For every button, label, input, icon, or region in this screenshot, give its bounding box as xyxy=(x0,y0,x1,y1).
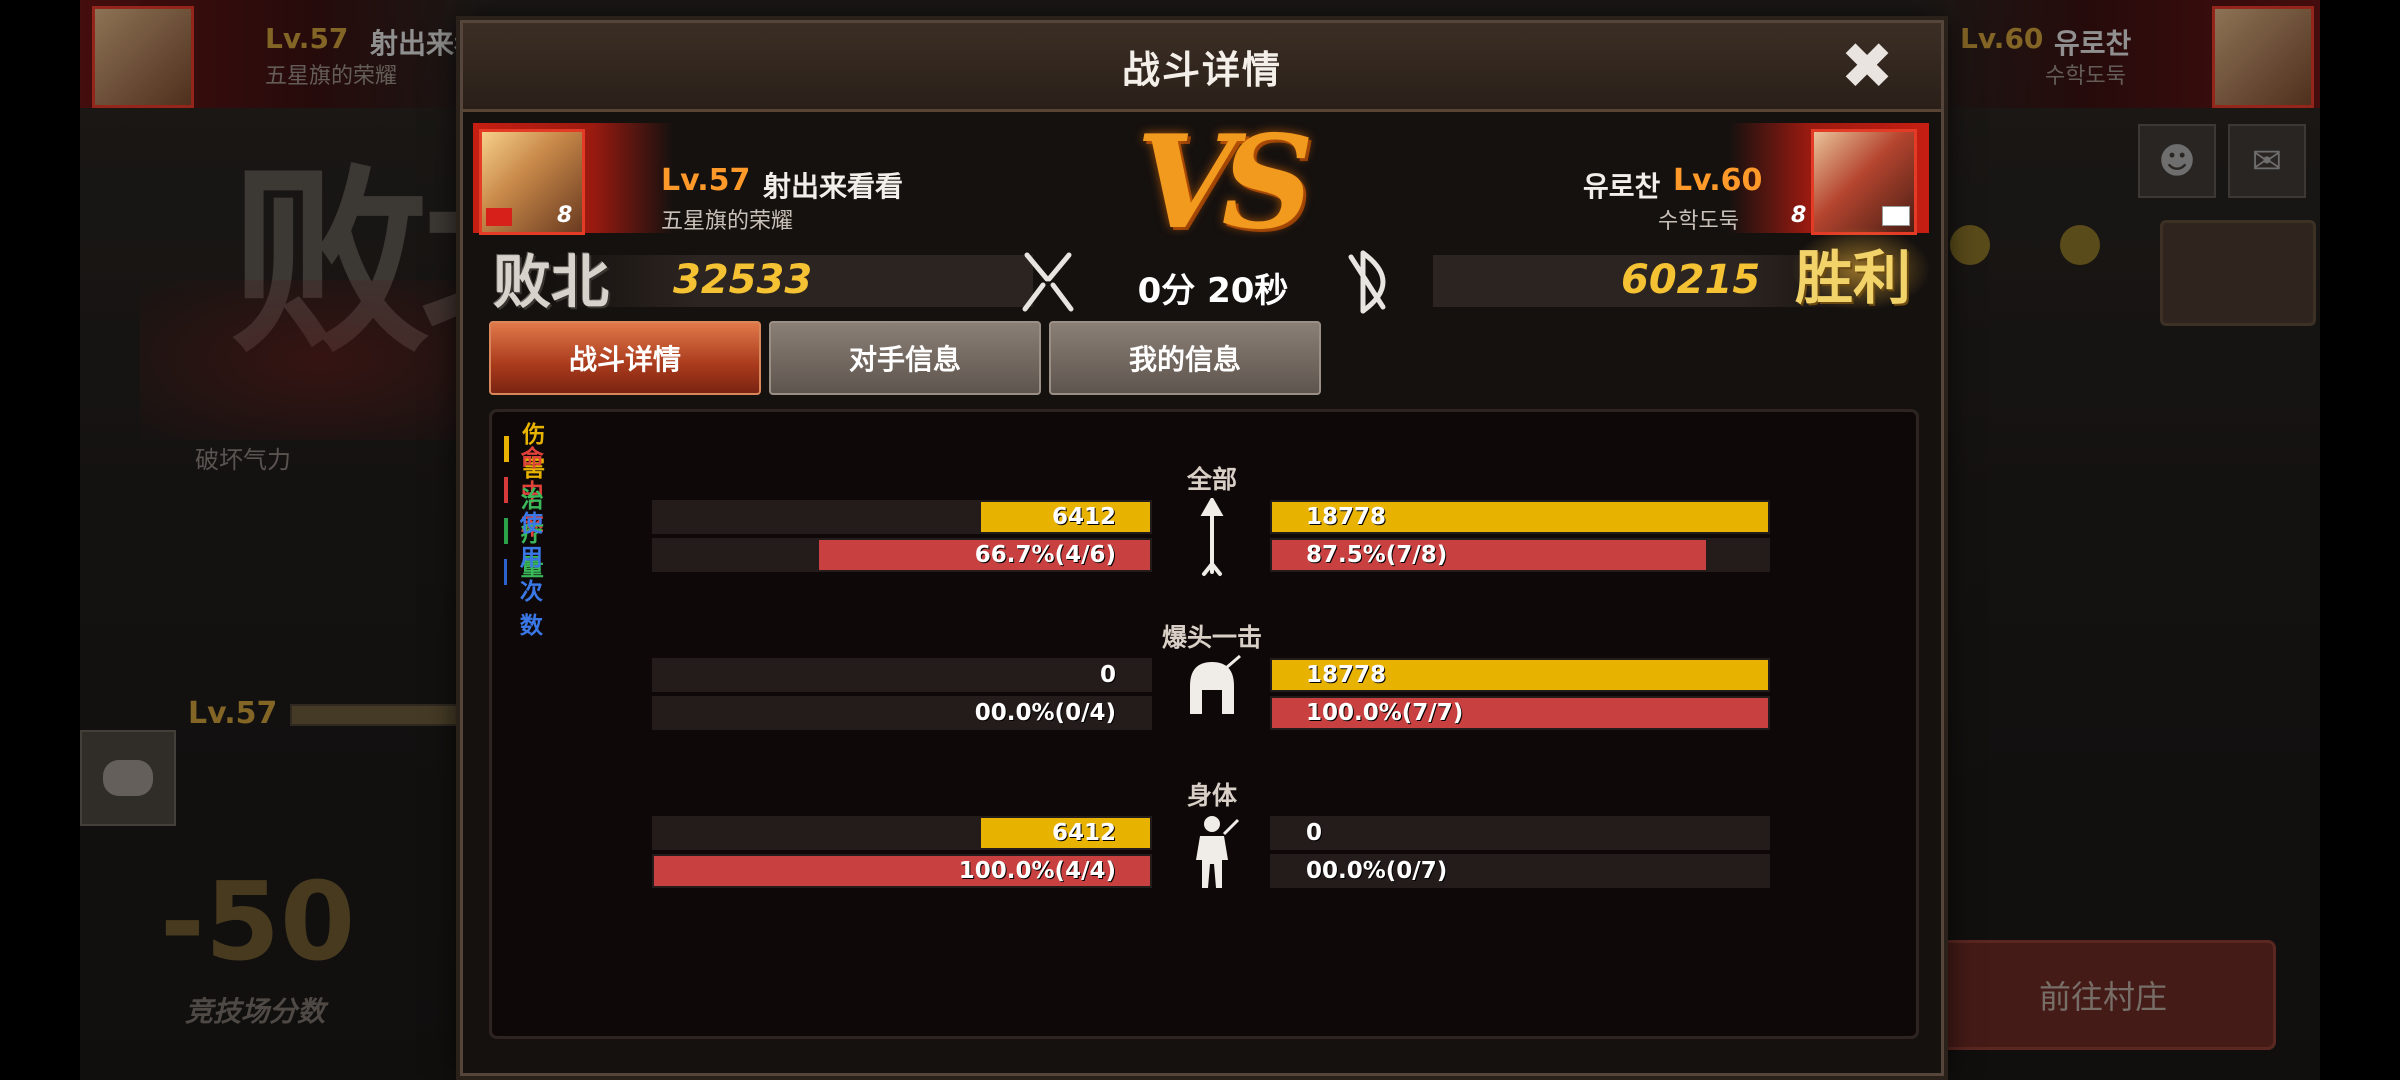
section-title-all: 全部 xyxy=(1186,465,1237,494)
left-player-level: Lv.57 xyxy=(661,163,751,198)
battle-details-modal: 战斗详情 ✖ 8 Lv.57 射出来看看 五星旗的荣耀 败北 32533 VS … xyxy=(460,20,1944,1076)
left-player-subtitle: 五星旗的荣耀 xyxy=(661,209,794,234)
hit-value-right: 00.0%(0/7) xyxy=(1306,858,1448,884)
stat-track-left: 6412 xyxy=(652,816,1152,850)
versus-banner: 8 Lv.57 射出来看看 五星旗的荣耀 败北 32533 VS 0分 20秒 … xyxy=(473,108,1931,316)
tab-my-info[interactable]: 我的信息 xyxy=(1049,321,1321,395)
stat-track-left: 6412 xyxy=(652,500,1152,534)
hit-value-left: 00.0%(0/4) xyxy=(974,700,1116,726)
china-flag-icon xyxy=(486,208,512,226)
section-title-body: 身体 xyxy=(1186,781,1237,810)
damage-value-left: 6412 xyxy=(1051,820,1116,846)
right-player-avatar[interactable] xyxy=(1811,129,1917,235)
korea-flag-icon xyxy=(1882,206,1910,226)
left-player-score: 32533 xyxy=(673,257,813,303)
stat-track-right: 00.0%(0/7) xyxy=(1270,854,1770,888)
right-player-level: Lv.60 xyxy=(1673,163,1763,198)
legend-use-count: 使用次数 xyxy=(504,511,549,639)
hit-value-right: 87.5%(7/8) xyxy=(1306,542,1448,568)
stats-panel: 伤害 命中率 治疗量 使用次数 全部 6412 66.7%(4/6) 18778… xyxy=(489,409,1919,1039)
stat-track-right: 0 xyxy=(1270,816,1770,850)
right-player-subtitle: 수학도둑 xyxy=(1658,209,1739,234)
body-icon xyxy=(1196,816,1240,888)
left-player-name: 射出来看看 xyxy=(763,170,904,203)
legend-swatch xyxy=(504,518,508,544)
tab-opponent-info[interactable]: 对手信息 xyxy=(769,321,1041,395)
stat-track-left: 100.0%(4/4) xyxy=(652,854,1152,888)
right-player-rank-badge: 8 xyxy=(1791,203,1807,228)
left-player-rank-badge: 8 xyxy=(557,203,573,228)
stat-track-right: 18778 xyxy=(1270,500,1770,534)
arrow-icon xyxy=(1200,498,1224,576)
damage-value-left: 0 xyxy=(1099,662,1116,688)
legend-swatch xyxy=(504,477,508,503)
legend-swatch xyxy=(504,559,507,585)
modal-title: 战斗详情 xyxy=(1121,47,1282,92)
broken-arrows-icon xyxy=(1022,252,1074,312)
damage-value-right: 0 xyxy=(1306,820,1323,846)
defeat-label: 败北 xyxy=(493,248,610,316)
stat-track-right: 87.5%(7/8) xyxy=(1270,538,1770,572)
close-button[interactable]: ✖ xyxy=(1835,35,1899,99)
damage-value-left: 6412 xyxy=(1051,504,1116,530)
damage-value-right: 18778 xyxy=(1306,504,1387,530)
hit-value-right: 100.0%(7/7) xyxy=(1306,700,1464,726)
stat-track-left: 0 xyxy=(652,658,1152,692)
tab-battle-details[interactable]: 战斗详情 xyxy=(489,321,761,395)
close-icon: ✖ xyxy=(1840,30,1894,104)
vs-emblem: VS xyxy=(1136,108,1314,258)
modal-header: 战斗详情 ✖ xyxy=(463,23,1941,112)
stat-track-right: 18778 xyxy=(1270,658,1770,692)
hit-value-left: 66.7%(4/6) xyxy=(974,542,1116,568)
stat-track-right: 100.0%(7/7) xyxy=(1270,696,1770,730)
damage-value-right: 18778 xyxy=(1306,662,1387,688)
battle-duration: 0分 20秒 xyxy=(1137,271,1289,311)
hit-value-left: 100.0%(4/4) xyxy=(958,858,1116,884)
right-player-name: 유로찬 xyxy=(1583,170,1661,203)
victory-label: 胜利 xyxy=(1795,244,1912,312)
stat-track-left: 00.0%(0/4) xyxy=(652,696,1152,730)
right-player-score: 60215 xyxy=(1621,257,1761,303)
section-title-headshot: 爆头一击 xyxy=(1161,623,1262,652)
legend-label: 使用次数 xyxy=(519,511,543,639)
legend-swatch xyxy=(504,436,510,462)
bow-icon xyxy=(1348,250,1386,314)
helmet-icon xyxy=(1190,654,1241,714)
stat-track-left: 66.7%(4/6) xyxy=(652,538,1152,572)
